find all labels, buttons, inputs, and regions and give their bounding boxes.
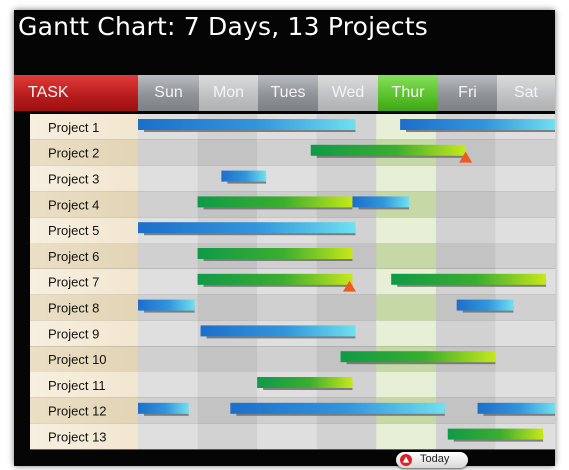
grid-cell	[138, 346, 199, 372]
grid-cell	[495, 346, 556, 372]
task-label: Project 9	[48, 326, 99, 341]
task-label: Project 8	[48, 301, 99, 316]
grid-cell	[435, 217, 496, 243]
grid-cell	[138, 139, 199, 166]
grid-cell	[138, 268, 199, 295]
task-label: Project 13	[48, 430, 107, 445]
task-bar-blue	[456, 299, 514, 311]
task-label: Project 3	[48, 172, 99, 187]
task-label: Project 1	[48, 120, 99, 135]
task-bar-green	[340, 351, 496, 363]
grid-cell	[316, 294, 377, 321]
task-bar-blue	[200, 325, 356, 337]
task-bar-blue	[221, 170, 267, 182]
grid-cell	[138, 423, 199, 450]
grid-cell	[316, 165, 377, 192]
task-bar-green	[391, 273, 547, 285]
grid-cell	[435, 165, 496, 192]
gantt-plot: Project 1 Project 2 Project 3 Project 4 Proj…	[30, 114, 556, 450]
today-legend: Today	[396, 452, 468, 468]
grid-cell	[495, 165, 556, 192]
grid-cell	[495, 217, 556, 243]
task-bar-green	[197, 248, 353, 259]
grid-cell	[435, 191, 496, 218]
task-bar-blue	[477, 402, 555, 414]
grid-cell	[257, 139, 318, 166]
grid-cell	[197, 294, 258, 321]
grid-cell	[197, 346, 258, 372]
task-bar-blue	[400, 119, 555, 130]
task-bar-blue	[138, 222, 356, 234]
grid-cell	[376, 372, 437, 398]
task-bar-green	[310, 144, 466, 156]
grid-cell	[376, 423, 437, 450]
grid-cell	[138, 243, 199, 269]
grid-cell	[495, 243, 556, 269]
task-bar-blue	[138, 402, 189, 414]
grid-cell	[376, 320, 437, 347]
grid-cell	[316, 423, 377, 450]
grid-cell	[495, 372, 556, 398]
task-label: Project 5	[48, 223, 99, 238]
task-bar-green	[447, 428, 544, 440]
task-label: Project 12	[48, 404, 107, 419]
grid-cell	[197, 423, 258, 450]
grid-cell	[257, 294, 318, 321]
grid-cell	[495, 320, 556, 347]
grid-cell	[257, 423, 318, 450]
task-bar-green	[257, 377, 353, 388]
task-label: Project 7	[48, 275, 99, 290]
grid-cell	[495, 139, 556, 166]
grid-cell	[376, 217, 437, 243]
task-bar-green	[197, 273, 353, 285]
grid-cell	[435, 320, 496, 347]
grid-cell	[138, 191, 199, 218]
task-label: Project 2	[48, 146, 99, 161]
grid-cell	[495, 191, 556, 218]
task-label: Project 4	[48, 197, 99, 212]
grid-cell	[376, 294, 437, 321]
task-bar-blue	[138, 119, 356, 130]
grid-cell	[257, 165, 318, 192]
milestone-legend-icon	[400, 454, 412, 466]
grid-cell	[138, 320, 199, 347]
task-bar-green	[197, 196, 353, 208]
task-label: Project 6	[48, 249, 99, 264]
task-bar-blue	[138, 299, 195, 311]
task-bar-blue	[230, 402, 445, 414]
legend-label: Today	[420, 453, 450, 465]
grid-cell	[435, 243, 496, 269]
task-bar-blue	[352, 196, 410, 208]
grid-cell	[435, 372, 496, 398]
grid-cell	[138, 165, 199, 192]
task-label: Project 10	[48, 352, 107, 367]
grid-cell	[197, 139, 258, 166]
task-label: Project 11	[48, 378, 106, 393]
grid-cell	[376, 165, 437, 192]
grid-cell	[257, 346, 318, 372]
grid-cell	[138, 372, 199, 398]
grid-cell	[376, 243, 437, 269]
grid-cell	[197, 372, 258, 398]
